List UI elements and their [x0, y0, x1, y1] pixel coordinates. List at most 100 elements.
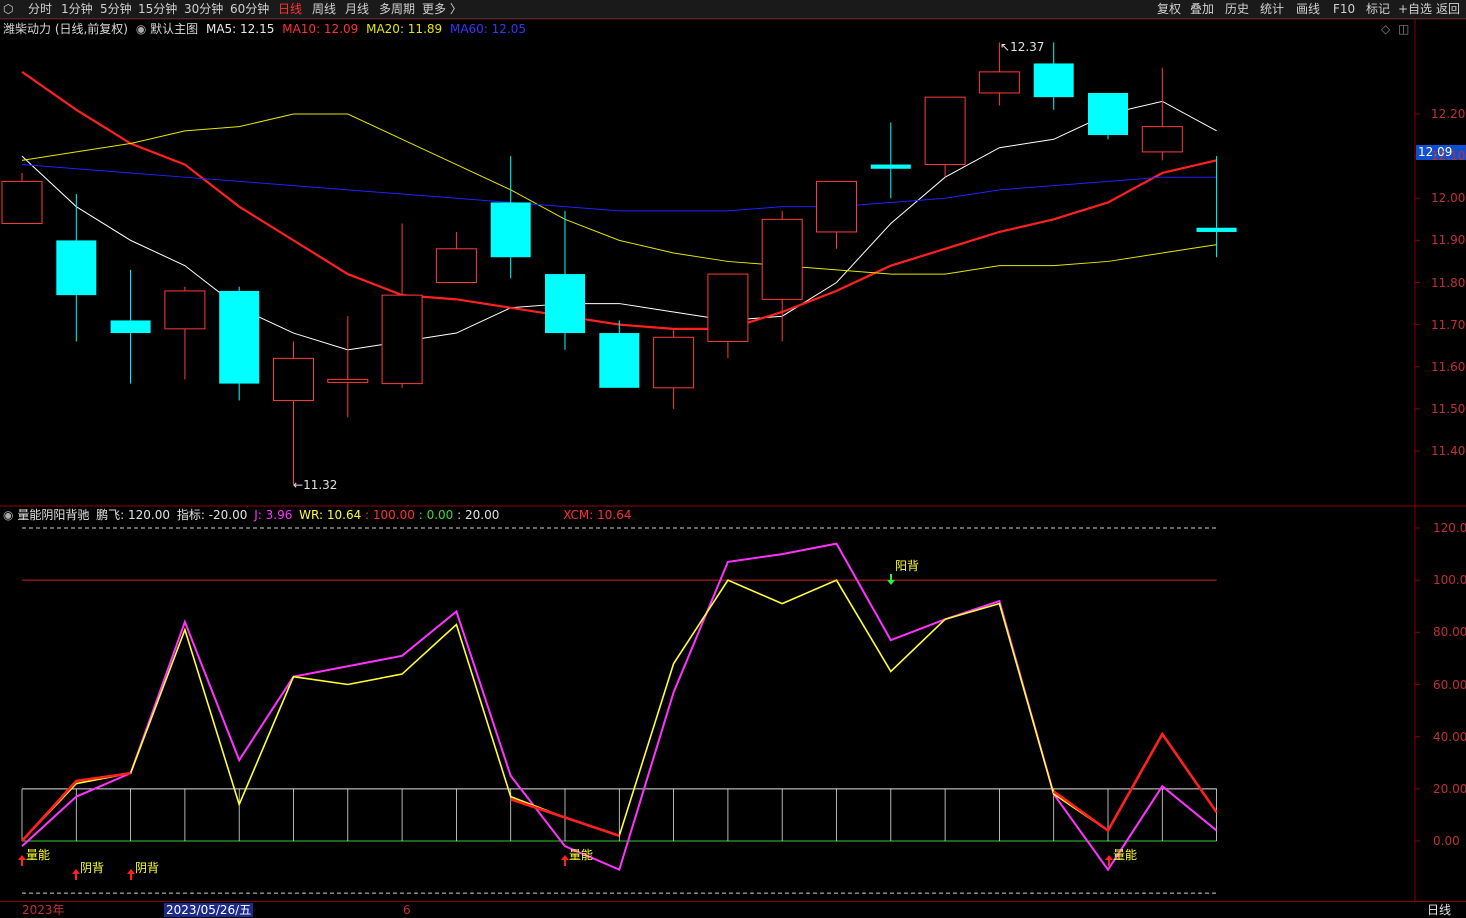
- ma20-line: [21, 113, 1217, 275]
- low-price-value: 11.32: [303, 478, 338, 492]
- template-label[interactable]: 默认主图: [150, 22, 198, 36]
- candle-body: [219, 290, 260, 384]
- candle: [273, 341, 314, 485]
- up-arrow-icon: [72, 869, 80, 880]
- eye-icon[interactable]: ◉: [136, 22, 146, 36]
- signal-yinbei-2: 阴背: [135, 861, 160, 875]
- top-toolbar: ⬡ 分时 1分钟 5分钟 15分钟 30分钟 60分钟 日线 周线 月线 多周期…: [0, 0, 1466, 19]
- year-label: 2023年: [22, 903, 65, 917]
- arrow-head: [561, 855, 569, 860]
- candle-body: [761, 218, 803, 300]
- price-axis-label: 11.40: [1431, 444, 1466, 458]
- up-arrow-icon: [127, 869, 135, 880]
- candle-body: [1088, 92, 1128, 136]
- signal-yangbei: 阳背: [895, 559, 920, 573]
- price-axis-label: 11.80: [1431, 275, 1466, 290]
- candle-body: [707, 273, 749, 342]
- mark-button[interactable]: 标记: [1366, 1, 1390, 17]
- j-label: J: 3.96: [254, 508, 293, 522]
- panel-expand-icon[interactable]: ◫: [1398, 22, 1409, 36]
- candle-body: [653, 336, 695, 389]
- candle: [435, 231, 477, 284]
- candle-body: [164, 290, 206, 330]
- signal-liangneng-2: 量能: [569, 848, 594, 862]
- candle-body: [1033, 63, 1074, 98]
- candle: [1196, 156, 1237, 258]
- candle: [816, 180, 857, 249]
- candle: [164, 286, 206, 380]
- ma10-label: MA10: 12.09: [282, 22, 359, 36]
- stock-title: 潍柴动力 (日线,前复权): [3, 22, 128, 36]
- ma10-line: [21, 70, 1217, 330]
- up-arrow-icon: [18, 855, 26, 866]
- tab-5min[interactable]: 5分钟: [100, 1, 132, 17]
- tab-60min[interactable]: 60分钟: [230, 1, 269, 17]
- indicator-axis-label: 20.00: [1433, 781, 1466, 796]
- ma20-label: MA20: 11.89: [366, 22, 443, 36]
- tab-1min[interactable]: 1分钟: [61, 1, 93, 17]
- candle-body: [1141, 126, 1183, 153]
- tab-15min[interactable]: 15分钟: [138, 1, 177, 17]
- candlesticks: [1, 42, 1237, 485]
- candle-body: [273, 357, 314, 401]
- tab-daily[interactable]: 日线: [278, 1, 302, 17]
- price-axis-label: 12.10: [1431, 149, 1466, 164]
- price-axis-label: 11.90: [1431, 233, 1466, 248]
- ma5-label: MA5: 12.15: [205, 22, 275, 36]
- candle-body: [816, 180, 857, 233]
- xcm-line: [1052, 731, 1218, 833]
- candle-body: [870, 164, 911, 169]
- high-price-value: 12.37: [1010, 40, 1045, 54]
- down-arrow-icon: [887, 574, 895, 585]
- history-button[interactable]: 历史: [1225, 1, 1249, 17]
- v0-label: : 0.00: [418, 508, 454, 522]
- candle-body: [381, 294, 423, 385]
- tab-30min[interactable]: 30分钟: [184, 1, 223, 17]
- candle-body: [110, 320, 151, 334]
- candle: [327, 316, 369, 418]
- draw-button[interactable]: 画线: [1296, 1, 1320, 17]
- candle: [56, 194, 97, 342]
- candle: [381, 223, 423, 388]
- indicator-axis-label: 0.00: [1433, 834, 1460, 848]
- tab-multi-period[interactable]: 多周期: [379, 1, 415, 17]
- candle: [599, 320, 640, 388]
- tab-monthly[interactable]: 月线: [345, 1, 369, 17]
- indicator-signals: [18, 574, 1113, 880]
- candle: [761, 210, 803, 342]
- indicator-axis-label: 40.00: [1433, 729, 1466, 744]
- indicator-name[interactable]: 量能阴阳背驰: [17, 508, 89, 522]
- candle-body: [490, 202, 531, 258]
- candle-body: [978, 71, 1020, 94]
- candle-body: [1, 180, 43, 225]
- period-label: 日线: [1427, 903, 1452, 917]
- kline-chart[interactable]: [0, 19, 1466, 901]
- price-axis-label: 11.50: [1431, 401, 1466, 416]
- collapse-icon[interactable]: ◉: [3, 508, 13, 522]
- tab-more[interactable]: 更多 〉: [422, 1, 462, 17]
- arrow-head: [1105, 855, 1113, 860]
- diamond-icon[interactable]: ◇: [1381, 22, 1390, 36]
- v100-label: : 100.00: [365, 508, 415, 522]
- candle: [1088, 92, 1128, 140]
- add-watchlist-button[interactable]: +自选: [1398, 1, 1432, 17]
- back-button[interactable]: 返回: [1436, 1, 1460, 17]
- candle: [707, 273, 749, 359]
- fuquan-button[interactable]: 复权: [1157, 1, 1181, 17]
- candle-body: [56, 240, 97, 296]
- overlay-button[interactable]: 叠加: [1190, 1, 1214, 17]
- candle: [490, 156, 531, 279]
- price-axis-label: 11.60: [1431, 359, 1466, 374]
- candle: [1141, 67, 1183, 161]
- arrow-head: [72, 869, 80, 874]
- f10-button[interactable]: F10: [1333, 1, 1355, 17]
- arrow-head: [127, 869, 135, 874]
- signal-liangneng-3: 量能: [1113, 848, 1138, 862]
- stats-button[interactable]: 统计: [1260, 1, 1284, 17]
- tab-weekly[interactable]: 周线: [312, 1, 336, 17]
- candle-body: [327, 378, 369, 383]
- pengfei-label: 鹏飞: 120.00: [96, 508, 171, 522]
- tab-fenshi[interactable]: 分时: [28, 1, 52, 17]
- window-menu-icon[interactable]: ⬡: [3, 1, 13, 17]
- signal-yinbei-1: 阴背: [80, 861, 105, 875]
